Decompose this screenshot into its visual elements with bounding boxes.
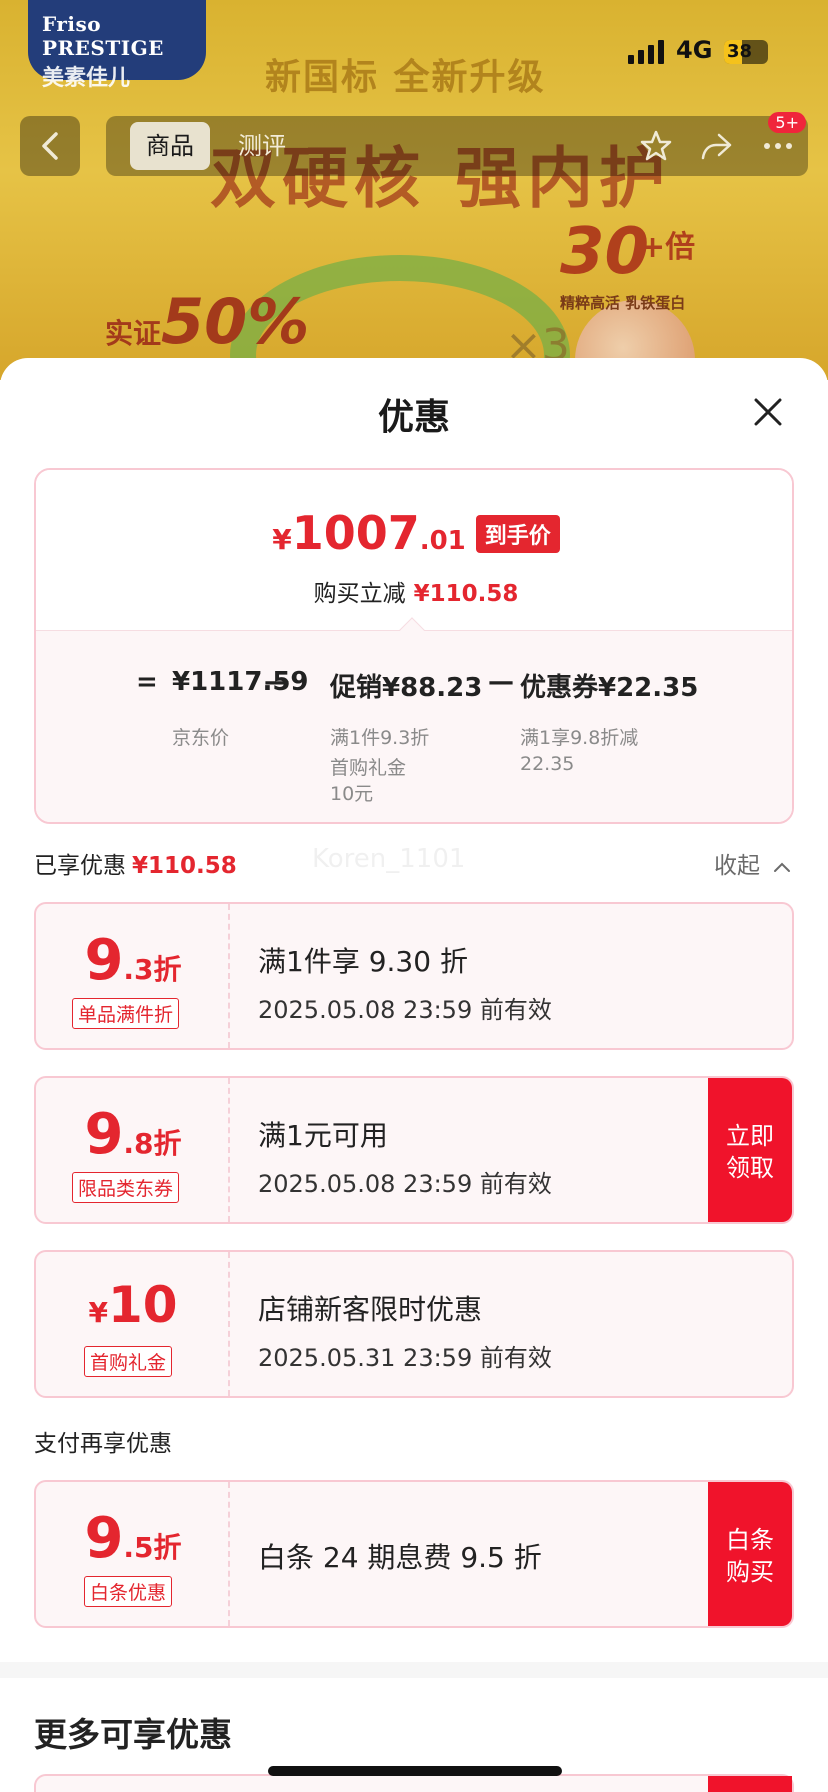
tab-review[interactable]: 测评 <box>222 122 302 170</box>
coupon-title: 满1件享 9.30 折 <box>258 945 468 978</box>
coupon-note: 满1享9.8折减 22.35 <box>520 727 639 775</box>
coupon-card: 9.3折 单品满件折 满1件享 9.30 折 2025.05.08 23:59 … <box>34 902 794 1050</box>
banner-50-prefix: 实证 <box>105 317 162 350</box>
section-divider <box>0 1662 828 1678</box>
banner-50: 实证50% <box>105 285 309 358</box>
enjoyed-value: ¥110.58 <box>132 853 237 879</box>
coupon-card: ¥10 首购礼金 店铺新客限时优惠 2025.05.31 23:59 前有效 <box>34 1250 794 1398</box>
coupon-validity: 2025.05.08 23:59 前有效 <box>258 996 552 1024</box>
share-icon <box>701 133 732 160</box>
collapse-toggle[interactable]: 收起 <box>714 846 791 880</box>
coupon-card: 9.8折 限品类东券 满1元可用 2025.05.08 23:59 前有效 立即… <box>34 1076 794 1224</box>
product-banner: Friso PRESTIGE 美素佳儿 新国标 全新升级 双硬核 强内护 30 … <box>0 0 828 380</box>
collapse-label: 收起 <box>714 853 760 879</box>
banner-50-value: 50% <box>161 285 310 358</box>
banner-30x-suffix: +倍 <box>640 230 696 265</box>
coupon-validity: 2025.05.31 23:59 前有效 <box>258 1344 552 1372</box>
jd-price-label: 京东价 <box>172 727 230 749</box>
price-decimal: .01 <box>419 526 466 556</box>
banner-30x: 30 <box>560 215 650 289</box>
purchase-reduction: 购买立减 ¥110.58 <box>36 574 792 608</box>
coupon-small: .8折 <box>123 1127 182 1160</box>
baitiao-buy-button[interactable]: 白条购买 <box>708 1482 792 1626</box>
coupon-value: 9.5折 白条优惠 <box>36 1482 230 1626</box>
coupon-title: 白条 24 期息费 9.5 折 <box>258 1541 542 1574</box>
coupon-currency: ¥ <box>88 1296 108 1329</box>
coupon-tag: 限品类东券 <box>72 1172 180 1203</box>
more-button[interactable]: 5+ <box>758 112 806 166</box>
enjoyed-discount: 已享优惠 ¥110.58 <box>34 846 237 880</box>
claim-coupon-button[interactable]: 立即领取 <box>708 1078 792 1222</box>
notification-badge: 5+ <box>768 112 806 133</box>
home-indicator[interactable] <box>268 1766 562 1776</box>
pay-coupon-card: 9.5折 白条优惠 白条 24 期息费 9.5 折 白条购买 <box>34 1480 794 1628</box>
back-button[interactable] <box>20 116 80 176</box>
close-icon <box>754 398 782 426</box>
star-icon <box>640 130 672 161</box>
battery-level: 38 <box>727 41 753 62</box>
product-nav: 商品 测评 5+ <box>20 112 808 176</box>
coupon-small: .5折 <box>123 1531 182 1564</box>
price-summary-card: ¥ 1007 .01 到手价 购买立减 ¥110.58 = ¥1117.59 京东… <box>34 468 794 824</box>
brand-logo: Friso PRESTIGE 美素佳儿 <box>28 0 206 91</box>
coupon-big: 9 <box>84 1506 124 1571</box>
promo-note-2: 首购礼金 10元 <box>330 757 407 805</box>
price-breakdown: = ¥1117.59 京东价 — 促销¥88.23 满1件9.3折 首购礼金 1… <box>36 630 792 822</box>
final-price-tag: 到手价 <box>475 515 560 553</box>
equals-sign: = <box>136 667 158 697</box>
coupon-value: ¥10 首购礼金 <box>36 1252 230 1396</box>
coupon-card <box>34 1774 794 1792</box>
coupon-small: .3折 <box>123 953 182 986</box>
sheet-title: 优惠 <box>377 397 450 438</box>
coupon-big: 9 <box>84 1102 124 1167</box>
pay-section-label: 支付再享优惠 <box>34 1431 172 1457</box>
coupon-value: 9.3折 单品满件折 <box>36 904 230 1048</box>
promo-amount: 促销¥88.23 <box>330 673 483 703</box>
banner-30x-caption: 精粹高活 乳铁蛋白 <box>560 294 686 312</box>
coupon-validity: 2025.05.08 23:59 前有效 <box>258 1170 552 1198</box>
coupon-big: 10 <box>107 1276 178 1334</box>
reduction-label: 购买立减 <box>313 581 406 607</box>
coupon-big: 9 <box>84 928 124 993</box>
chevron-up-icon <box>774 862 791 872</box>
promo-note-1: 满1件9.3折 <box>330 727 430 749</box>
coupon-amount: 优惠券¥22.35 <box>520 673 699 703</box>
coupon-title: 店铺新客限时优惠 <box>258 1293 483 1326</box>
favorite-button[interactable] <box>636 126 676 166</box>
close-button[interactable] <box>750 394 786 430</box>
banner-slogan: 新国标 全新升级 <box>265 57 546 98</box>
chevron-left-icon <box>42 132 58 160</box>
minus-sign: — <box>488 667 514 697</box>
minus-sign: — <box>264 667 290 697</box>
coupon-tag: 单品满件折 <box>72 998 180 1029</box>
share-button[interactable] <box>696 126 736 166</box>
tab-product[interactable]: 商品 <box>130 122 210 170</box>
watermark: Koren_1101 <box>312 844 466 874</box>
reduction-value: ¥110.58 <box>413 581 519 607</box>
final-price: ¥ 1007 .01 到手价 <box>36 506 792 560</box>
enjoyed-label: 已享优惠 <box>34 853 126 879</box>
more-dots-icon <box>764 143 792 149</box>
signal-icon <box>628 40 664 64</box>
product-tabs: 商品 测评 5+ <box>106 112 808 176</box>
coupon-action-button[interactable] <box>708 1776 792 1792</box>
brand-logo-en: Friso PRESTIGE <box>42 12 164 60</box>
coupon-value: 9.8折 限品类东券 <box>36 1078 230 1222</box>
price-integer: 1007 <box>291 506 420 560</box>
more-offers-title: 更多可享优惠 <box>34 1715 232 1754</box>
discount-sheet: 优惠 ¥ 1007 .01 到手价 购买立减 ¥110.58 = ¥1117.59… <box>0 358 828 1792</box>
price-currency: ¥ <box>272 523 292 556</box>
coupon-title: 满1元可用 <box>258 1119 388 1152</box>
coupon-tag: 首购礼金 <box>84 1346 173 1377</box>
brand-logo-cn: 美素佳儿 <box>42 66 131 91</box>
status-bar: 4G 38 <box>608 30 828 74</box>
coupon-tag: 白条优惠 <box>84 1576 173 1607</box>
battery-icon: 38 <box>724 40 768 64</box>
network-label: 4G <box>676 36 713 64</box>
